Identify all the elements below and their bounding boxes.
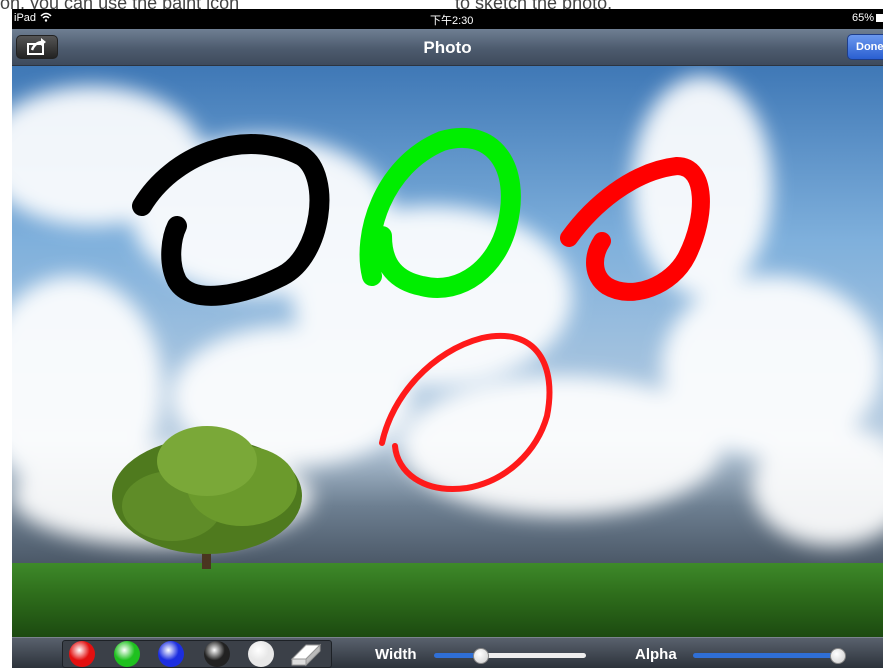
caption-right: to sketch the photo. — [455, 0, 612, 9]
done-button[interactable]: Done — [847, 34, 883, 60]
color-swatch-white[interactable] — [248, 641, 274, 667]
battery-percent: 65% — [852, 12, 875, 24]
width-slider-track[interactable] — [484, 653, 586, 658]
color-swatch-black[interactable] — [204, 641, 230, 667]
color-swatch-green[interactable] — [114, 641, 140, 667]
width-slider-thumb[interactable] — [473, 648, 489, 664]
page-title: Photo — [423, 38, 472, 57]
alpha-label: Alpha — [635, 646, 677, 663]
device-name: iPad — [14, 12, 37, 24]
color-swatch-blue[interactable] — [158, 641, 184, 667]
alpha-slider-track[interactable] — [693, 653, 838, 658]
clock: 下午2:30 — [430, 15, 474, 27]
battery-icon — [876, 14, 883, 22]
width-label: Width — [375, 646, 417, 663]
navigation-bar: Photo Done — [12, 29, 883, 66]
caption-left: on, you can use the paint icon — [0, 0, 239, 9]
alpha-slider-thumb[interactable] — [830, 648, 846, 664]
ipad-screen: iPad 下午2:30 65% Photo Done Width Alpha — [12, 9, 883, 668]
photo-canvas[interactable] — [12, 66, 883, 637]
status-bar: iPad 下午2:30 65% — [12, 9, 883, 29]
eraser-icon[interactable] — [288, 641, 324, 667]
meadow — [12, 563, 883, 637]
color-swatch-red[interactable] — [69, 641, 95, 667]
caption-text: on, you can use the paint icon to sketch… — [0, 0, 883, 9]
wifi-icon — [40, 12, 52, 25]
paint-toolbar: Width Alpha — [12, 637, 883, 668]
